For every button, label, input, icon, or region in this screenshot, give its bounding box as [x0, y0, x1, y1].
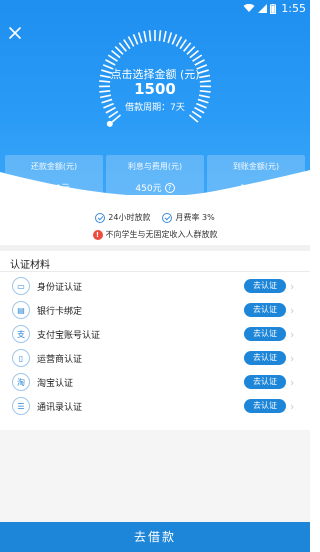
chevron-right-icon[interactable]: › — [290, 328, 294, 341]
feature-item: 月费率 3% — [162, 212, 215, 223]
gauge-tick — [143, 30, 147, 43]
warning-text: 不向学生与无固定收入人群放款 — [105, 230, 218, 239]
stat-value-text: 450元 — [135, 184, 162, 194]
verification-row[interactable]: ☰ 通讯录认证 去认证 › — [0, 394, 310, 418]
stat-value: 1050元 — [207, 181, 305, 194]
gauge-tick — [111, 50, 121, 59]
verification-row[interactable]: ▭ 身份证认证 去认证 › — [0, 274, 310, 298]
feature-item: 24小时放款 — [95, 212, 150, 223]
chevron-right-icon[interactable]: › — [290, 280, 294, 293]
check-icon — [162, 212, 173, 223]
verify-button[interactable]: 去认证 — [244, 351, 286, 365]
verify-button[interactable]: 去认证 — [244, 399, 286, 413]
gauge-tick — [118, 42, 127, 52]
gauge-tick — [179, 39, 187, 50]
loan-period: 借款周期：7天 — [125, 103, 185, 113]
signal-icon — [258, 4, 268, 13]
battery-icon — [270, 3, 277, 14]
verification-label: 身份证认证 — [37, 282, 83, 293]
close-icon[interactable] — [6, 24, 26, 44]
verification-list: ▭ 身份证认证 去认证 › ▤ 银行卡绑定 去认证 › 支支付宝账号认证 去认证 › ▯ 运营商认证 去认… — [0, 274, 310, 418]
verification-row[interactable]: ▤ 银行卡绑定 去认证 › — [0, 298, 310, 322]
gauge-tick — [163, 30, 167, 43]
stat-interest-fees: 利息与费用(元) 450元 ? — [106, 155, 204, 195]
verify-button[interactable]: 去认证 — [244, 303, 286, 317]
wifi-icon — [243, 4, 255, 12]
alipay-icon: 支 — [12, 325, 30, 343]
feature-label: 24小时放款 — [108, 213, 151, 222]
verification-row[interactable]: ▯ 运营商认证 去认证 › — [0, 346, 310, 370]
gauge-tick — [105, 59, 116, 66]
verification-label: 运营商认证 — [37, 354, 83, 365]
stat-label: 到账金额(元) — [232, 162, 280, 171]
borrow-button[interactable]: 去借款 — [0, 522, 310, 552]
loan-summary: 还款金额(元) 1500元 利息与费用(元) 450元 ? 到账金额(元) 10… — [5, 155, 305, 195]
status-time: 1:55 — [281, 2, 306, 15]
section-line — [0, 271, 310, 272]
verification-row[interactable]: 支支付宝账号认证 去认证 › — [0, 322, 310, 346]
gauge-tick — [107, 54, 118, 62]
gauge-tick — [148, 30, 152, 42]
help-icon[interactable]: ? — [164, 182, 175, 193]
carrier-icon: ▯ — [12, 349, 30, 367]
verification-row[interactable]: 淘淘宝认证 去认证 › — [0, 370, 310, 394]
gauge-tick — [137, 32, 143, 44]
verification-label: 通讯录认证 — [37, 402, 83, 413]
section-title: 认证材料 — [10, 260, 50, 271]
warning-icon: ! — [92, 229, 103, 240]
loan-amount[interactable]: 1500 — [80, 80, 230, 98]
chevron-right-icon[interactable]: › — [290, 352, 294, 365]
verification-label: 银行卡绑定 — [37, 306, 83, 317]
feature-list: 24小时放款 月费率 3% — [0, 212, 310, 223]
stat-value-text: 1500元 — [38, 184, 70, 194]
gauge-tick — [188, 114, 199, 123]
gauge-tick — [123, 39, 131, 50]
contacts-icon: ☰ — [12, 397, 30, 415]
stat-received: 到账金额(元) 1050元 — [207, 155, 305, 195]
chevron-right-icon[interactable]: › — [290, 304, 294, 317]
stat-value-text: 1050元 — [240, 184, 272, 194]
gauge-tick — [194, 59, 205, 66]
feature-label: 月费率 3% — [175, 213, 215, 222]
chevron-right-icon[interactable]: › — [290, 400, 294, 413]
warning-notice: ! 不向学生与无固定收入人群放款 — [0, 229, 310, 240]
id-card-icon: ▭ — [12, 277, 30, 295]
taobao-icon: 淘 — [12, 373, 30, 391]
gauge-tick — [183, 42, 192, 52]
section-divider — [0, 245, 310, 251]
stat-value: 450元 ? — [106, 181, 204, 194]
gauge-tick — [175, 36, 183, 47]
stat-label: 还款金额(元) — [30, 162, 78, 171]
stat-repayment: 还款金额(元) 1500元 — [5, 155, 103, 195]
check-icon — [95, 212, 106, 223]
gauge-tick — [189, 50, 199, 59]
gauge-tick — [114, 45, 124, 55]
bottom-area — [0, 430, 310, 522]
verify-button[interactable]: 去认证 — [244, 279, 286, 293]
gauge-tick — [127, 36, 135, 47]
stat-label: 利息与费用(元) — [127, 162, 183, 171]
gauge-tick — [111, 114, 122, 123]
status-bar: 1:55 — [0, 0, 310, 18]
gauge-tick — [171, 33, 178, 45]
gauge-tick — [192, 54, 203, 62]
stat-value: 1500元 — [5, 181, 103, 194]
gauge-tick — [186, 45, 196, 55]
gauge-tick — [158, 30, 162, 42]
verification-label: 淘宝认证 — [37, 378, 74, 389]
gauge-handle — [106, 120, 113, 127]
chevron-right-icon[interactable]: › — [290, 376, 294, 389]
gauge-tick — [132, 33, 139, 45]
verify-button[interactable]: 去认证 — [244, 375, 286, 389]
verify-button[interactable]: 去认证 — [244, 327, 286, 341]
bank-card-icon: ▤ — [12, 301, 30, 319]
verification-label: 支付宝账号认证 — [37, 330, 101, 341]
gauge-tick — [167, 32, 173, 44]
